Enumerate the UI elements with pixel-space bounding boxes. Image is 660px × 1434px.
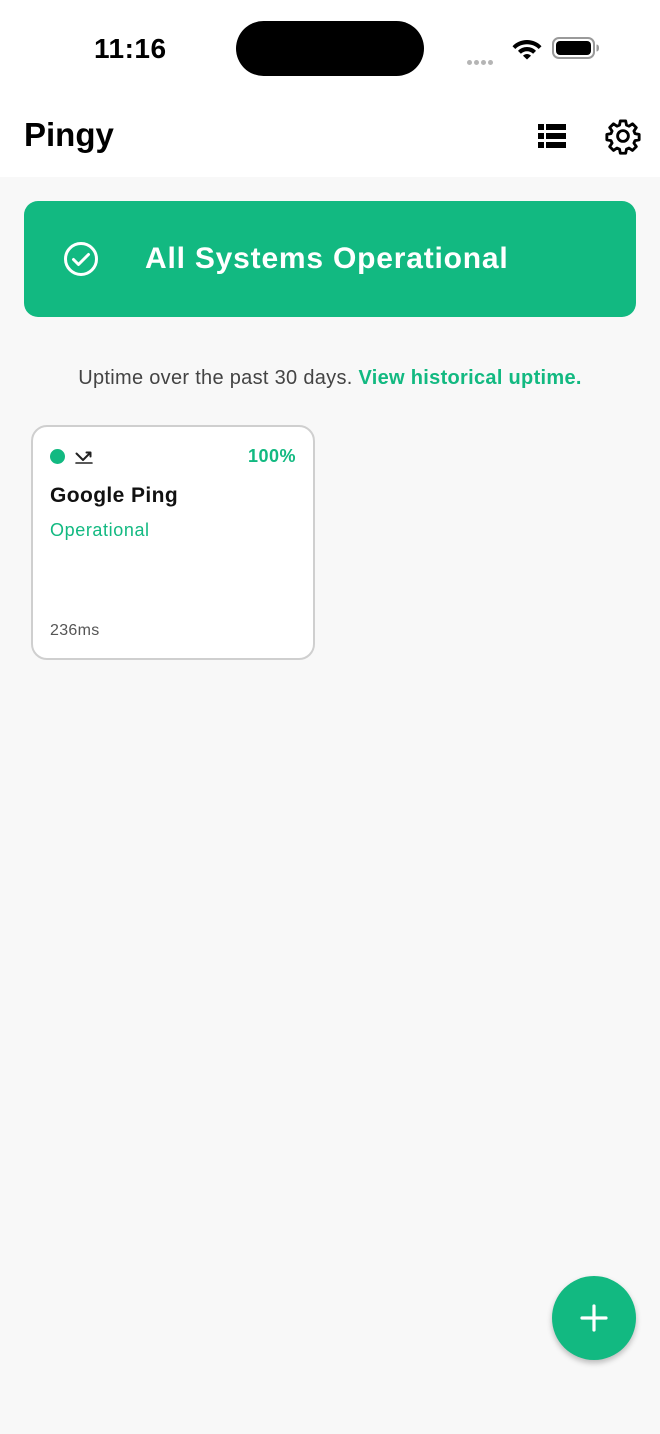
status-dot	[50, 449, 65, 464]
screen: 11:16 Pingy All Systems Operational Upti…	[0, 0, 660, 1434]
check-circle-icon	[64, 242, 98, 276]
uptime-caption-text: Uptime over the past 30 days.	[78, 367, 353, 389]
ping-icon	[75, 449, 93, 470]
monitor-status: Operational	[50, 520, 150, 540]
app-bar: Pingy	[0, 100, 660, 177]
list-view-button[interactable]	[534, 118, 570, 154]
plus-icon	[580, 1304, 608, 1332]
monitor-card[interactable]: 100% Google Ping Operational 236ms	[31, 425, 315, 660]
add-monitor-button[interactable]	[552, 1276, 636, 1360]
app-title: Pingy	[24, 116, 114, 153]
cellular-signal-icon	[467, 52, 495, 70]
battery-icon	[552, 37, 600, 64]
gear-icon	[605, 119, 641, 155]
status-bar: 11:16	[0, 0, 660, 100]
monitor-name: Google Ping	[50, 484, 179, 507]
status-time: 11:16	[94, 33, 167, 64]
monitor-latency: 236ms	[50, 622, 100, 639]
uptime-caption: Uptime over the past 30 days. View histo…	[0, 367, 660, 390]
uptime-percent: 100%	[247, 446, 296, 466]
system-status-text: All Systems Operational	[145, 242, 509, 275]
wifi-icon	[511, 36, 543, 65]
historical-uptime-link[interactable]: View historical uptime.	[359, 367, 582, 389]
settings-button[interactable]	[604, 117, 642, 155]
dynamic-island	[236, 21, 424, 76]
system-status-banner: All Systems Operational	[24, 201, 636, 317]
list-view-icon	[538, 124, 566, 148]
